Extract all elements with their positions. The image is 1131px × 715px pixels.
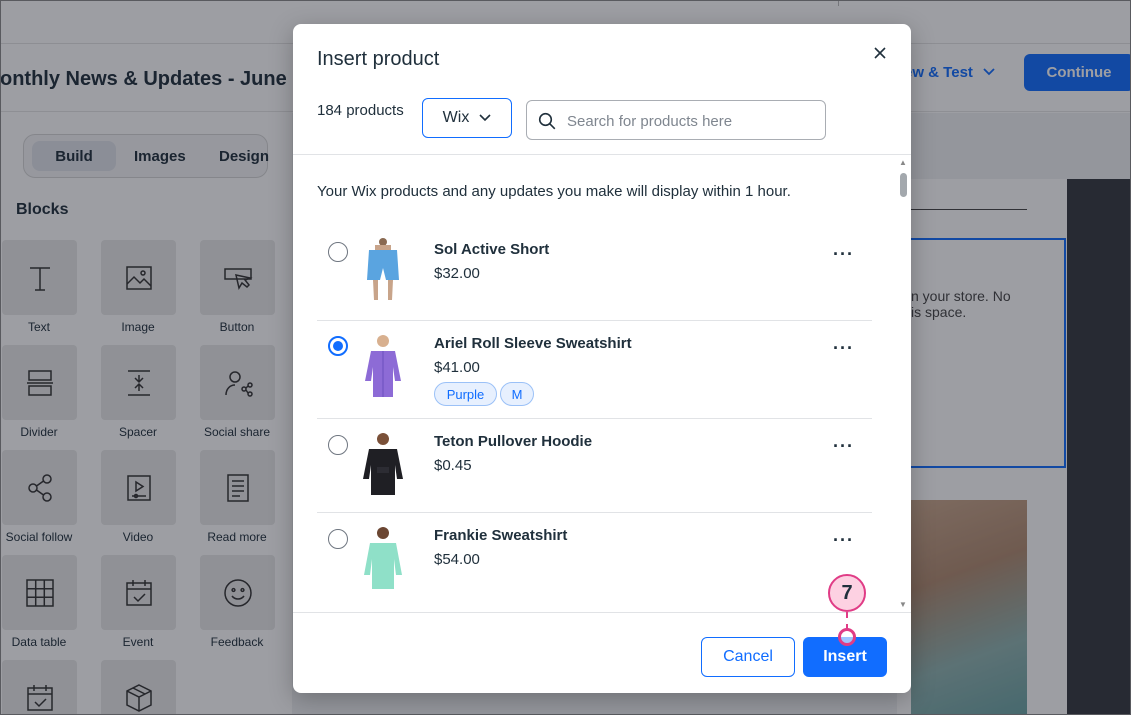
more-options-icon[interactable]: ··· <box>833 531 854 549</box>
more-options-icon[interactable]: ··· <box>833 437 854 455</box>
dialog-title: Insert product <box>317 48 440 70</box>
product-thumbnail <box>363 433 403 495</box>
variant-tag-color: Purple <box>434 382 497 406</box>
more-options-icon[interactable]: ··· <box>833 339 854 357</box>
product-thumbnail <box>364 527 402 589</box>
cancel-button[interactable]: Cancel <box>701 637 795 677</box>
sync-info-text: Your Wix products and any updates you ma… <box>317 183 791 200</box>
product-radio[interactable] <box>328 242 348 262</box>
product-price: $32.00 <box>434 265 480 282</box>
variant-tag-size: M <box>500 382 534 406</box>
search-icon <box>538 112 556 130</box>
step-target-marker <box>838 628 856 646</box>
search-input[interactable] <box>567 110 817 132</box>
product-price: $0.45 <box>434 457 472 474</box>
divider <box>293 612 911 613</box>
store-filter-value: Wix <box>442 109 470 126</box>
product-row[interactable]: Frankie Sweatshirt $54.00 ··· <box>317 513 872 607</box>
insert-product-dialog: Insert product 184 products Wix Your Wix… <box>293 24 911 693</box>
more-options-icon[interactable]: ··· <box>833 245 854 263</box>
scrollbar-thumb[interactable] <box>900 173 907 197</box>
product-row[interactable]: Teton Pullover Hoodie $0.45 ··· <box>317 419 872 513</box>
product-price: $41.00 <box>434 359 480 376</box>
product-name: Sol Active Short <box>434 241 550 258</box>
store-filter-dropdown[interactable]: Wix <box>422 98 512 138</box>
product-thumbnail <box>367 238 399 300</box>
product-name: Frankie Sweatshirt <box>434 527 568 544</box>
product-radio[interactable] <box>328 336 348 356</box>
close-icon[interactable] <box>871 44 889 62</box>
chevron-down-icon <box>479 114 491 122</box>
scroll-up-icon[interactable]: ▲ <box>899 158 907 167</box>
search-box <box>526 100 826 140</box>
product-list[interactable]: Your Wix products and any updates you ma… <box>293 155 911 612</box>
scrollbar[interactable]: ▲ ▼ <box>899 158 907 610</box>
product-thumbnail <box>365 335 401 397</box>
product-name: Teton Pullover Hoodie <box>434 433 593 450</box>
product-row[interactable]: Ariel Roll Sleeve Sweatshirt $41.00 Purp… <box>317 321 872 419</box>
product-count: 184 products <box>317 102 404 119</box>
scroll-down-icon[interactable]: ▼ <box>899 600 907 609</box>
product-radio[interactable] <box>328 435 348 455</box>
product-row[interactable]: Sol Active Short $32.00 ··· <box>317 227 872 321</box>
product-radio[interactable] <box>328 529 348 549</box>
step-badge: 7 <box>828 574 866 612</box>
product-price: $54.00 <box>434 551 480 568</box>
product-name: Ariel Roll Sleeve Sweatshirt <box>434 335 632 352</box>
